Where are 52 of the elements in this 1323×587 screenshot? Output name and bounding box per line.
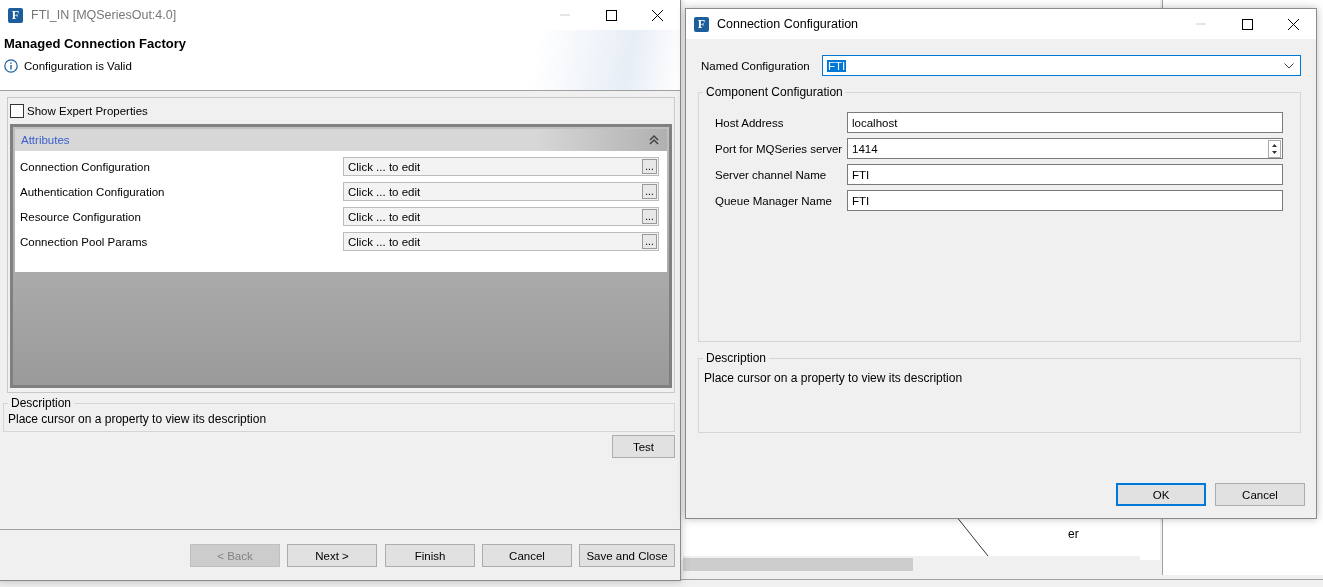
maximize-icon[interactable] [1241, 18, 1253, 30]
browse-button[interactable]: ... [642, 234, 657, 249]
checkbox-label: Show Expert Properties [27, 105, 148, 117]
configuration-dropdown[interactable]: FTI [822, 55, 1301, 76]
attribute-field[interactable]: Click ... to edit ... [343, 232, 659, 251]
dialog-button[interactable]: OK [1116, 483, 1206, 506]
input-field[interactable]: FTI [847, 164, 1283, 185]
field-label: Server channel Name [715, 168, 828, 181]
wizard-button[interactable]: Save and Close [579, 544, 675, 567]
attribute-field[interactable]: Click ... to edit ... [343, 182, 659, 201]
horizontal-scrollbar[interactable] [683, 556, 1140, 572]
attribute-label: Connection Pool Params [20, 235, 149, 248]
field-label: Named Configuration [701, 59, 811, 72]
close-icon[interactable] [651, 9, 663, 21]
description-text: Place cursor on a property to view its description [704, 371, 964, 385]
close-icon[interactable] [1287, 18, 1299, 30]
collapse-icon[interactable] [649, 135, 659, 145]
expert-checkbox[interactable] [10, 104, 24, 118]
browse-button[interactable]: ... [642, 209, 657, 224]
field-label: Port for MQSeries server [715, 142, 844, 155]
attribute-label: Connection Configuration [20, 160, 151, 173]
wizard-button[interactable]: Next > [287, 544, 377, 567]
wizard-button[interactable]: Finish [385, 544, 475, 567]
group-title: Component Configuration [705, 86, 844, 99]
attribute-label: Resource Configuration [20, 210, 142, 223]
attribute-label: Authentication Configuration [20, 185, 166, 198]
attribute-field[interactable]: Click ... to edit ... [343, 207, 659, 226]
scrollbar-thumb[interactable] [683, 558, 913, 571]
field-label: Host Address [715, 116, 785, 129]
input-field[interactable]: FTI [847, 190, 1283, 211]
section-header[interactable]: Attributes [15, 129, 667, 151]
window-title: FTI_IN [MQSeriesOut:4.0] [31, 8, 178, 22]
dialog-button[interactable]: Cancel [1215, 483, 1305, 506]
info-icon [4, 59, 18, 73]
description-text: Place cursor on a property to view its description [8, 412, 268, 426]
maximize-icon[interactable] [605, 9, 617, 21]
field-label: Queue Manager Name [715, 194, 833, 207]
app-logo: F [8, 7, 23, 23]
node-label: er [1068, 527, 1079, 541]
wizard-button[interactable]: Cancel [482, 544, 572, 567]
test-button[interactable]: Test [612, 435, 675, 458]
browse-button[interactable]: ... [642, 184, 657, 199]
group-title: Description [10, 397, 73, 410]
group-title: Description [705, 352, 768, 365]
input-field[interactable]: localhost [847, 112, 1283, 133]
port-spinner[interactable]: 1414 [847, 138, 1283, 159]
status-message: Configuration is Valid [24, 60, 132, 72]
browse-button[interactable]: ... [642, 159, 657, 174]
wizard-heading: Managed Connection Factory [4, 36, 188, 51]
dialog-title: Connection Configuration [717, 17, 860, 31]
attribute-field[interactable]: Click ... to edit ... [343, 157, 659, 176]
app-logo: F [694, 16, 709, 32]
